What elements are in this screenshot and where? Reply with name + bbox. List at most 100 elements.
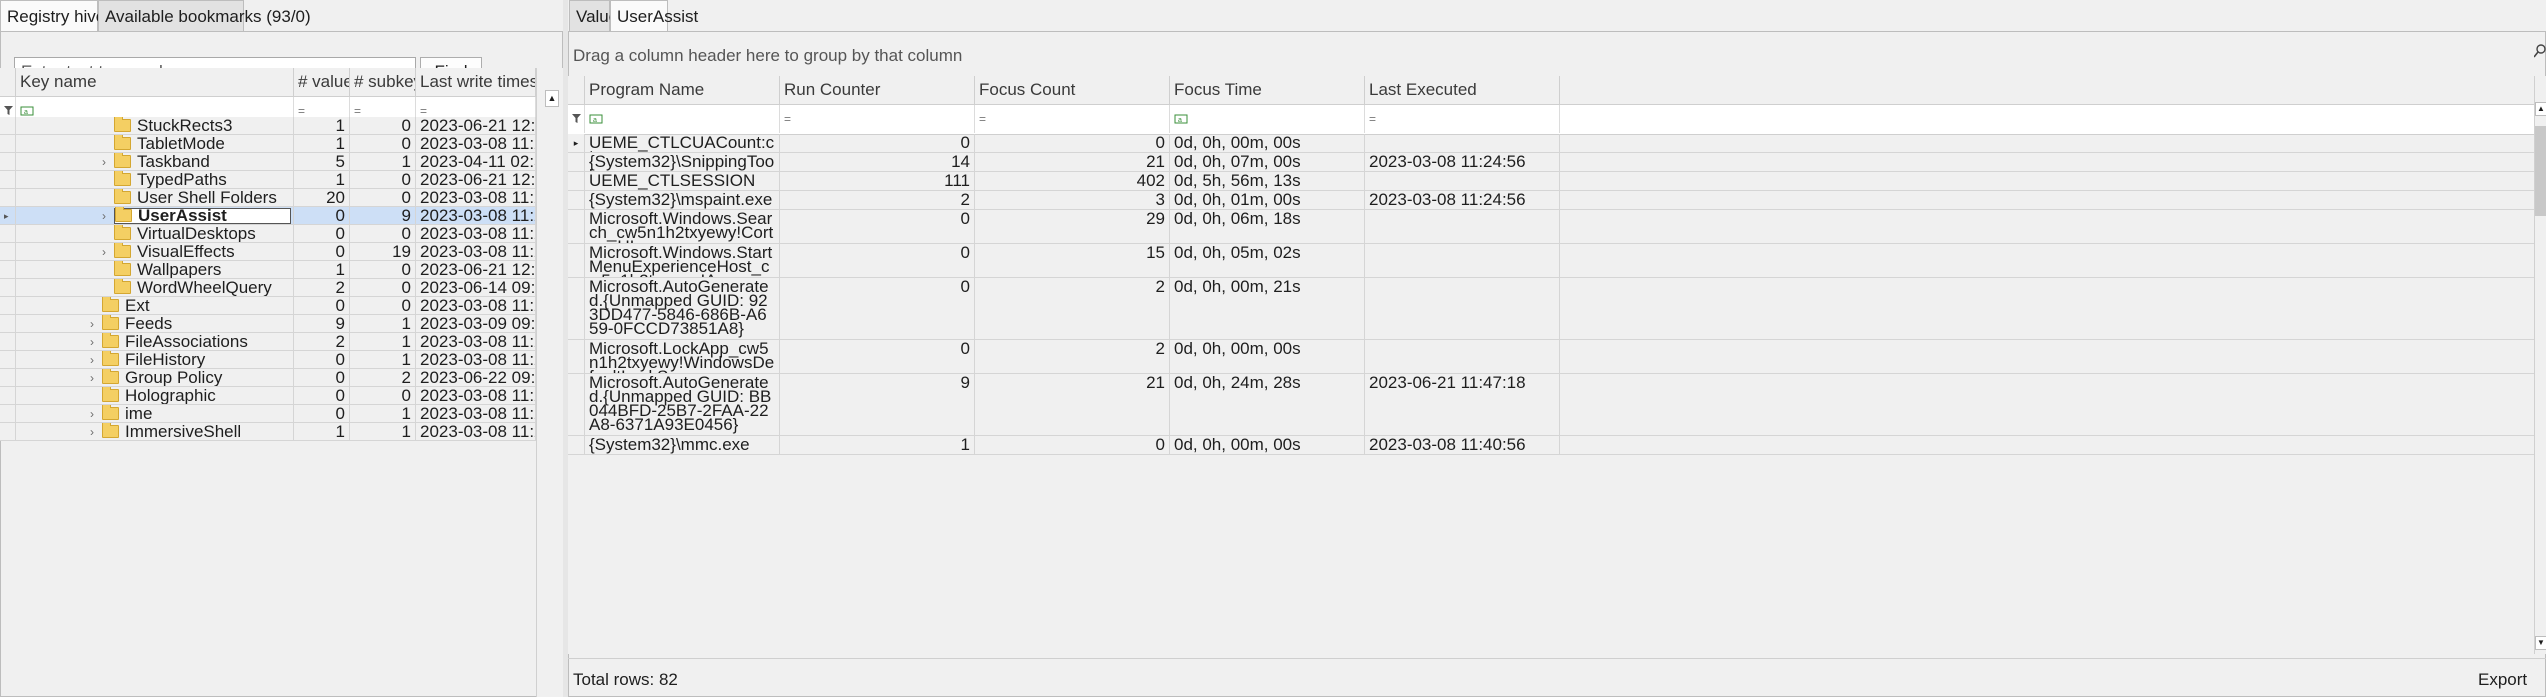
scroll-down-arrow-icon[interactable]: ▼	[2535, 636, 2546, 650]
col-program-name[interactable]: Program Name	[585, 76, 780, 104]
col-last-write[interactable]: Last write timestamp	[416, 68, 536, 96]
tab-registry-hives[interactable]: Registry hives (4)	[0, 0, 139, 32]
key-name-cell[interactable]: › Feeds	[16, 315, 294, 333]
tree-row[interactable]: Holographic002023-03-08 11:26:50	[0, 387, 536, 405]
last-executed-cell[interactable]: 2023-03-08 11:40:56	[1365, 436, 1560, 455]
tree-row[interactable]: › Group Policy 022023-06-22 09:18:08	[0, 369, 536, 387]
tree-row[interactable]: Ext002023-03-08 11:26:42	[0, 297, 536, 315]
scroll-up-arrow-icon[interactable]: ▲	[2535, 102, 2546, 116]
key-name-cell[interactable]: › FileAssociations	[16, 333, 294, 351]
key-name-cell[interactable]: › Taskband	[16, 153, 294, 171]
expand-chevron-icon[interactable]: ›	[102, 153, 106, 170]
focus-count-cell[interactable]: 21	[975, 374, 1170, 436]
focus-time-cell[interactable]: 0d, 5h, 56m, 13s	[1170, 172, 1365, 191]
tree-row[interactable]: User Shell Folders 2002023-03-08 11:26:40	[0, 189, 536, 207]
key-name-cell[interactable]: › VisualEffects	[16, 243, 294, 261]
key-name-cell[interactable]: Holographic	[16, 387, 294, 405]
key-name-cell[interactable]: TabletMode	[16, 135, 294, 153]
tab-values[interactable]: Values	[569, 0, 627, 32]
tree-row[interactable]: ›ImmersiveShell112023-03-08 11:26:44	[0, 423, 536, 441]
last-executed-cell[interactable]: 2023-06-21 11:47:18	[1365, 374, 1560, 436]
tree-row[interactable]: StuckRects3 102023-06-21 12:53:44	[0, 117, 536, 135]
scroll-up-arrow-icon[interactable]: ▲	[545, 90, 559, 107]
tree-row[interactable]: › FileHistory 012023-03-08 11:26:40	[0, 351, 536, 369]
focus-count-cell[interactable]: 2	[975, 278, 1170, 340]
col-last-executed[interactable]: Last Executed	[1365, 76, 1560, 104]
tree-row[interactable]: TabletMode 102023-03-08 11:26:44	[0, 135, 536, 153]
program-name-cell[interactable]: Microsoft.AutoGenerated.{Unmapped GUID: …	[585, 374, 780, 436]
focus-time-cell[interactable]: 0d, 0h, 00m, 00s	[1170, 134, 1365, 153]
last-executed-cell[interactable]	[1365, 172, 1560, 191]
tree-row[interactable]: › Taskband 512023-04-11 02:56:09	[0, 153, 536, 171]
last-executed-cell[interactable]	[1365, 210, 1560, 244]
focus-time-cell[interactable]: 0d, 0h, 24m, 28s	[1170, 374, 1365, 436]
col-subkeys[interactable]: # subkeys	[350, 68, 416, 96]
search-icon[interactable]	[2533, 44, 2546, 61]
focus-count-cell[interactable]: 402	[975, 172, 1170, 191]
focus-count-cell[interactable]: 15	[975, 244, 1170, 278]
group-by-hint[interactable]: Drag a column header here to group by th…	[573, 45, 962, 67]
focus-time-cell[interactable]: 0d, 0h, 05m, 02s	[1170, 244, 1365, 278]
key-name-cell[interactable]: › FileHistory	[16, 351, 294, 369]
focus-time-cell[interactable]: 0d, 0h, 00m, 00s	[1170, 436, 1365, 455]
focus-count-cell[interactable]: 3	[975, 191, 1170, 210]
program-name-cell[interactable]: {System32}\mmc.exe	[585, 436, 780, 455]
tree-scrollbar[interactable]: ▲	[536, 68, 563, 697]
focus-time-cell[interactable]: 0d, 0h, 07m, 00s	[1170, 153, 1365, 172]
run-counter-cell[interactable]: 2	[780, 191, 975, 210]
focus-count-cell[interactable]: 29	[975, 210, 1170, 244]
col-run-counter[interactable]: Run Counter	[780, 76, 975, 104]
program-name-cell[interactable]: Microsoft.Windows.StartMenuExperienceHos…	[585, 244, 780, 278]
tree-row[interactable]: Wallpapers 102023-06-21 12:34:43	[0, 261, 536, 279]
last-executed-cell[interactable]	[1365, 278, 1560, 340]
run-counter-cell[interactable]: 1	[780, 436, 975, 455]
scroll-thumb[interactable]	[2535, 126, 2546, 216]
tree-row[interactable]: VirtualDesktops002023-03-08 11:26:44	[0, 225, 536, 243]
filter-last-executed[interactable]: =	[1365, 105, 1560, 133]
col-values[interactable]: # values	[294, 68, 350, 96]
key-name-cell[interactable]: › UserAssist	[16, 207, 294, 225]
tab-available-bookmarks[interactable]: Available bookmarks (93/0)	[98, 0, 311, 32]
run-counter-cell[interactable]: 0	[780, 340, 975, 374]
last-executed-cell[interactable]	[1365, 244, 1560, 278]
expand-chevron-icon[interactable]: ›	[102, 243, 106, 260]
run-counter-cell[interactable]: 0	[780, 278, 975, 340]
focus-time-cell[interactable]: 0d, 0h, 01m, 00s	[1170, 191, 1365, 210]
focus-time-cell[interactable]: 0d, 0h, 00m, 21s	[1170, 278, 1365, 340]
focus-count-cell[interactable]: 0	[975, 436, 1170, 455]
expand-chevron-icon[interactable]: ›	[90, 405, 94, 422]
expand-chevron-icon[interactable]: ›	[90, 315, 94, 332]
key-name-cell[interactable]: › ImmersiveShell	[16, 423, 294, 441]
tree-row[interactable]: › VisualEffects 0192023-03-08 11:26:42	[0, 243, 536, 261]
expand-chevron-icon[interactable]: ›	[90, 369, 94, 386]
tree-row[interactable]: ▸ › UserAssist 092023-03-08 11:26:42	[0, 207, 536, 225]
key-name-cell[interactable]: › Group Policy	[16, 369, 294, 387]
focus-count-cell[interactable]: 21	[975, 153, 1170, 172]
expand-chevron-icon[interactable]: ›	[90, 333, 94, 350]
run-counter-cell[interactable]: 111	[780, 172, 975, 191]
expand-chevron-icon[interactable]: ›	[90, 351, 94, 368]
export-button[interactable]: Export	[2478, 669, 2527, 691]
filter-focus-time[interactable]: a	[1170, 105, 1365, 133]
focus-count-cell[interactable]: 0	[975, 134, 1170, 153]
key-name-cell[interactable]: StuckRects3	[16, 117, 294, 135]
key-name-cell[interactable]: TypedPaths	[16, 171, 294, 189]
last-executed-cell[interactable]	[1365, 340, 1560, 374]
col-focus-count[interactable]: Focus Count	[975, 76, 1170, 104]
run-counter-cell[interactable]: 0	[780, 210, 975, 244]
key-name-cell[interactable]: › ime	[16, 405, 294, 423]
program-name-cell[interactable]: {System32}\SnippingTool.exe	[585, 153, 780, 172]
ua-scrollbar[interactable]: ▲ ▼	[2534, 76, 2546, 654]
focus-time-cell[interactable]: 0d, 0h, 06m, 18s	[1170, 210, 1365, 244]
run-counter-cell[interactable]: 0	[780, 244, 975, 278]
tab-userassist[interactable]: UserAssist	[610, 0, 698, 32]
key-name-cell[interactable]: VirtualDesktops	[16, 225, 294, 243]
run-counter-cell[interactable]: 0	[780, 134, 975, 153]
key-name-cell[interactable]: WordWheelQuery	[16, 279, 294, 297]
program-name-cell[interactable]: UEME_CTLSESSION	[585, 172, 780, 191]
last-executed-cell[interactable]	[1365, 134, 1560, 153]
filter-focus-count[interactable]: =	[975, 105, 1170, 133]
program-name-cell[interactable]: Microsoft.AutoGenerated.{Unmapped GUID: …	[585, 278, 780, 340]
run-counter-cell[interactable]: 14	[780, 153, 975, 172]
tree-row[interactable]: › ime 012023-03-08 11:26:40	[0, 405, 536, 423]
